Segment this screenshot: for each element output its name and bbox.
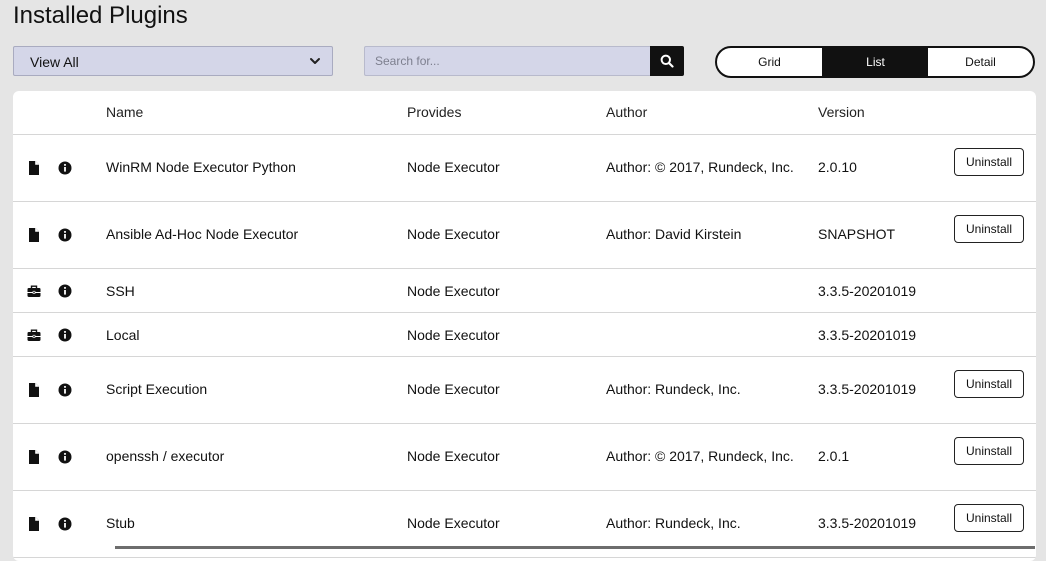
- uninstall-button[interactable]: Uninstall: [954, 215, 1024, 243]
- search-input[interactable]: [364, 46, 650, 76]
- plugin-provides: Node Executor: [407, 448, 500, 464]
- file-icon: [29, 228, 39, 242]
- plugin-version: 3.3.5-20201019: [818, 381, 917, 397]
- plugin-name: SSH: [106, 282, 135, 299]
- file-icon: [29, 450, 39, 464]
- plugin-name: Local: [106, 326, 140, 343]
- table-row: WinRM Node Executor Python Node Executor…: [13, 135, 1036, 202]
- plugin-name: openssh / executor: [106, 448, 225, 464]
- plugin-name: Stub: [106, 515, 135, 531]
- chevron-down-icon: [310, 58, 320, 64]
- header-author: Author: [606, 104, 648, 120]
- plugin-provides: Node Executor: [407, 326, 500, 343]
- table-header: Name Provides Author Version: [13, 91, 1036, 135]
- info-icon[interactable]: [58, 161, 72, 175]
- plugin-author: Author: Rundeck, Inc.: [606, 381, 741, 397]
- info-icon[interactable]: [58, 284, 72, 298]
- search-bar: [364, 46, 684, 76]
- plugin-name: WinRM Node Executor Python: [106, 159, 296, 175]
- page-title: Installed Plugins: [13, 2, 188, 29]
- plugin-author: Author: David Kirstein: [606, 226, 742, 242]
- header-version: Version: [818, 104, 865, 120]
- plugin-version: 3.3.5-20201019: [818, 282, 917, 299]
- briefcase-icon: [27, 329, 41, 341]
- plugin-provides: Node Executor: [407, 226, 500, 242]
- plugin-provides: Node Executor: [407, 381, 500, 397]
- file-icon: [29, 517, 39, 531]
- plugin-name: Script Execution: [106, 381, 208, 397]
- plugin-provides: Node Executor: [407, 159, 500, 175]
- plugin-filter-select[interactable]: View All: [13, 46, 333, 76]
- plugin-author: Author: © 2017, Rundeck, Inc.: [606, 448, 794, 464]
- table-row: Ansible Ad-Hoc Node Executor Node Execut…: [13, 202, 1036, 269]
- search-button[interactable]: [650, 46, 684, 76]
- plugin-author: Author: Rundeck, Inc.: [606, 515, 741, 531]
- header-name: Name: [106, 104, 144, 120]
- briefcase-icon: [27, 285, 41, 297]
- info-icon[interactable]: [58, 383, 72, 397]
- uninstall-button[interactable]: Uninstall: [954, 370, 1024, 398]
- view-grid-button[interactable]: Grid: [717, 48, 823, 76]
- view-detail-button[interactable]: Detail: [928, 48, 1033, 76]
- view-list-button[interactable]: List: [823, 48, 928, 76]
- table-row: openssh / executor Node Executor Author:…: [13, 424, 1036, 491]
- plugin-version: 3.3.5-20201019: [818, 515, 917, 531]
- plugin-version: 2.0.10: [818, 159, 857, 175]
- plugin-author: Author: © 2017, Rundeck, Inc.: [606, 159, 794, 175]
- filter-selected-value: View All: [30, 54, 79, 70]
- header-provides: Provides: [407, 104, 462, 120]
- plugin-provides: Node Executor: [407, 282, 500, 299]
- table-row: Script Execution Node Executor Author: R…: [13, 357, 1036, 424]
- uninstall-button[interactable]: Uninstall: [954, 437, 1024, 465]
- info-icon[interactable]: [58, 328, 72, 342]
- info-icon[interactable]: [58, 450, 72, 464]
- plugins-table: Name Provides Author Version WinRM Node …: [13, 91, 1036, 561]
- table-row: Local Node Executor 3.3.5-20201019: [13, 313, 1036, 357]
- plugin-version: 2.0.1: [818, 448, 850, 464]
- uninstall-button[interactable]: Uninstall: [954, 504, 1024, 532]
- table-row: SSH Node Executor 3.3.5-20201019: [13, 269, 1036, 313]
- search-icon: [660, 54, 674, 68]
- file-icon: [29, 161, 39, 175]
- info-icon[interactable]: [58, 517, 72, 531]
- uninstall-button[interactable]: Uninstall: [954, 148, 1024, 176]
- plugin-version: SNAPSHOT: [818, 226, 896, 242]
- info-icon[interactable]: [58, 228, 72, 242]
- file-icon: [29, 383, 39, 397]
- view-mode-toggle: Grid List Detail: [715, 46, 1035, 78]
- plugin-provides: Node Executor: [407, 515, 500, 531]
- plugin-name: Ansible Ad-Hoc Node Executor: [106, 226, 299, 242]
- plugin-version: 3.3.5-20201019: [818, 326, 917, 343]
